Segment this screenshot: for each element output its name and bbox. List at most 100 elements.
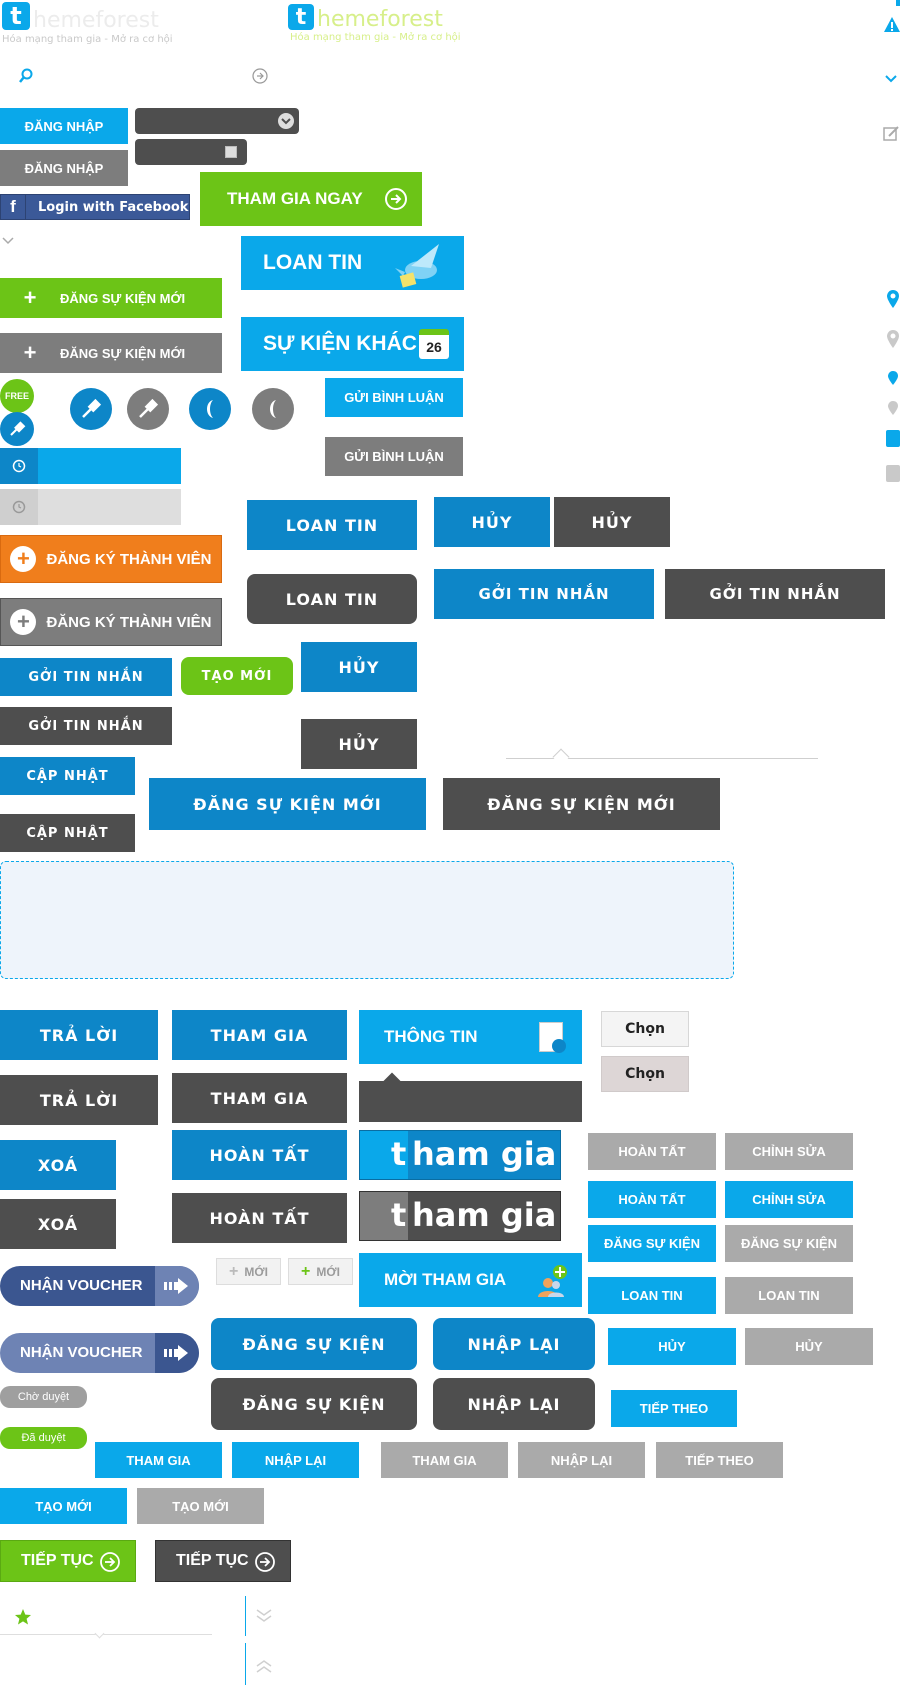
continue-button-green[interactable]: TIẾP TỤC	[0, 1540, 136, 1582]
voucher-button-blue[interactable]: NHẬN VOUCHER	[0, 1266, 199, 1306]
plus-circle-icon: +	[10, 609, 37, 635]
double-chevron-up-icon[interactable]	[255, 1658, 273, 1674]
button-label: THAM GIA NGAY	[227, 189, 363, 208]
post-event-button-rounded-gray[interactable]: ĐĂNG SỰ KIỆN	[211, 1378, 417, 1430]
pin-icon[interactable]	[127, 388, 169, 430]
loan-tin-hero-button[interactable]: LOAN TIN	[241, 236, 464, 290]
cancel-button-blue[interactable]: HỦY	[434, 497, 550, 547]
button-label: HOÀN TẤT	[618, 1192, 686, 1207]
post-event-button-small-gray[interactable]: ĐĂNG SỰ KIỆN	[725, 1225, 853, 1262]
button-label: Chọn	[625, 1066, 665, 1082]
button-label: GỞI TIN NHẮN	[709, 585, 841, 603]
register-member-button-orange[interactable]: + ĐĂNG KÝ THÀNH VIÊN	[0, 535, 222, 583]
join-button-gray[interactable]: THAM GIA	[172, 1073, 347, 1123]
button-label: NHẬP LẠI	[467, 1334, 561, 1354]
register-member-button-gray[interactable]: + ĐĂNG KÝ THÀNH VIÊN	[0, 598, 222, 646]
date-input[interactable]	[135, 139, 247, 165]
send-message-button-blue[interactable]: GỞI TIN NHẮN	[0, 658, 172, 696]
login-button-gray[interactable]: ĐĂNG NHẬP	[0, 150, 128, 186]
delete-button-gray[interactable]: XOÁ	[0, 1199, 116, 1249]
next-button-small-gray[interactable]: TIẾP THEO	[656, 1442, 783, 1478]
edit-button-small-blue[interactable]: CHỈNH SỬA	[725, 1181, 853, 1218]
join-button-small-blue[interactable]: THAM GIA	[95, 1442, 222, 1478]
join-now-button[interactable]: THAM GIA NGAY	[200, 172, 422, 226]
join-button-blue[interactable]: THAM GIA	[172, 1010, 347, 1060]
loan-tin-button-small-blue[interactable]: LOAN TIN	[588, 1277, 716, 1314]
post-event-button-rounded-blue[interactable]: ĐĂNG SỰ KIỆN	[211, 1318, 417, 1370]
reset-button-rounded-gray[interactable]: NHẬP LẠI	[433, 1378, 595, 1430]
moon-icon[interactable]	[189, 388, 231, 430]
send-comment-button-gray[interactable]: GỬI BÌNH LUẬN	[325, 437, 463, 476]
cancel-button-small-gray[interactable]: HỦY	[745, 1328, 873, 1365]
reply-button-blue[interactable]: TRẢ LỜI	[0, 1010, 158, 1060]
post-event-button-small-blue[interactable]: ĐĂNG SỰ KIỆN	[588, 1225, 716, 1262]
create-new-button-green[interactable]: TẠO MỚI	[181, 657, 293, 695]
loan-tin-button-small-gray[interactable]: LOAN TIN	[725, 1277, 853, 1314]
complete-button-blue[interactable]: HOÀN TẤT	[172, 1130, 347, 1180]
cancel-button-gray-2[interactable]: HỦY	[301, 719, 417, 769]
loan-tin-button-gray[interactable]: LOAN TIN	[247, 574, 417, 624]
su-kien-khac-button[interactable]: SỰ KIỆN KHÁC 26	[241, 317, 464, 371]
send-message-button-gray-large[interactable]: GỞI TIN NHẮN	[665, 569, 885, 619]
cancel-button-small-blue[interactable]: HỦY	[608, 1328, 736, 1365]
voucher-button-light[interactable]: NHẬN VOUCHER	[0, 1333, 199, 1373]
time-input-inactive[interactable]	[0, 489, 181, 525]
post-event-button-blue[interactable]: ĐĂNG SỰ KIỆN MỚI	[149, 778, 426, 830]
reset-button-small-gray[interactable]: NHẬP LẠI	[518, 1442, 645, 1478]
join-large-button-blue[interactable]: t ham gia	[359, 1130, 561, 1180]
button-label: HỦY	[591, 512, 633, 532]
login-button-blue[interactable]: ĐĂNG NHẬP	[0, 108, 128, 144]
info-button[interactable]: THÔNG TIN	[359, 1010, 582, 1064]
double-chevron-down-icon[interactable]	[255, 1608, 273, 1624]
send-message-button-blue-large[interactable]: GỞI TIN NHẮN	[434, 569, 654, 619]
choose-button-pink[interactable]: Chọn	[601, 1056, 689, 1092]
complete-button-gray[interactable]: HOÀN TẤT	[172, 1193, 347, 1243]
choose-button-light[interactable]: Chọn	[601, 1011, 689, 1047]
logo-letter-box: t	[2, 2, 30, 30]
select-dropdown[interactable]	[135, 108, 299, 134]
search-icon[interactable]	[18, 68, 34, 84]
facebook-login-button[interactable]: f Login with Facebook	[0, 194, 190, 220]
chevron-down-icon[interactable]	[2, 236, 14, 246]
new-event-button-gray[interactable]: + ĐĂNG SỰ KIỆN MỚI	[0, 333, 222, 373]
new-event-button-green[interactable]: + ĐĂNG SỰ KIỆN MỚI	[0, 278, 222, 318]
edit-button-small-gray[interactable]: CHỈNH SỬA	[725, 1133, 853, 1170]
moon-icon[interactable]	[252, 388, 294, 430]
star-icon[interactable]	[14, 1608, 32, 1626]
next-button-small-blue[interactable]: TIẾP THEO	[611, 1390, 737, 1427]
chevron-down-icon[interactable]	[884, 74, 898, 84]
new-button-green-small[interactable]: + MỚI	[288, 1258, 353, 1285]
new-button-gray-small[interactable]: + MỚI	[216, 1258, 281, 1285]
plus-icon: +	[23, 285, 37, 310]
post-event-button-gray[interactable]: ĐĂNG SỰ KIỆN MỚI	[443, 778, 720, 830]
create-new-button-small-blue[interactable]: TẠO MỚI	[0, 1488, 127, 1524]
vertical-divider	[245, 1596, 246, 1636]
update-button-gray[interactable]: CẬP NHẬT	[0, 814, 135, 852]
update-button-blue[interactable]: CẬP NHẬT	[0, 757, 135, 795]
create-new-button-small-gray[interactable]: TẠO MỚI	[137, 1488, 264, 1524]
send-comment-button-blue[interactable]: GỬI BÌNH LUẬN	[325, 378, 463, 417]
reset-button-small-blue[interactable]: NHẬP LẠI	[232, 1442, 359, 1478]
reply-button-gray[interactable]: TRẢ LỜI	[0, 1075, 158, 1125]
pin-icon[interactable]	[70, 388, 112, 430]
join-rest: ham gia	[412, 1135, 557, 1173]
reset-button-rounded-blue[interactable]: NHẬP LẠI	[433, 1318, 595, 1370]
delete-button-blue[interactable]: XOÁ	[0, 1140, 116, 1190]
arrow-right-icon	[155, 1333, 199, 1373]
continue-button-gray[interactable]: TIẾP TỤC	[155, 1540, 291, 1582]
join-button-small-gray[interactable]: THAM GIA	[381, 1442, 508, 1478]
dashed-drop-area[interactable]	[0, 861, 734, 979]
complete-button-small-gray[interactable]: HOÀN TẤT	[588, 1133, 716, 1170]
cancel-button-gray[interactable]: HỦY	[554, 497, 670, 547]
join-large-button-gray[interactable]: t ham gia	[359, 1191, 561, 1241]
cancel-button-blue-2[interactable]: HỦY	[301, 642, 417, 692]
arrow-right-circle-icon[interactable]	[251, 67, 269, 85]
complete-button-small-blue[interactable]: HOÀN TẤT	[588, 1181, 716, 1218]
loan-tin-button-blue[interactable]: LOAN TIN	[247, 500, 417, 550]
edit-icon[interactable]	[883, 125, 900, 142]
pin-icon[interactable]	[0, 412, 34, 446]
send-message-button-gray[interactable]: GỞI TIN NHẮN	[0, 707, 172, 745]
invite-button[interactable]: MỜI THAM GIA	[359, 1253, 582, 1307]
time-input-active[interactable]	[0, 448, 181, 484]
button-label: NHẬP LẠI	[264, 1452, 327, 1468]
